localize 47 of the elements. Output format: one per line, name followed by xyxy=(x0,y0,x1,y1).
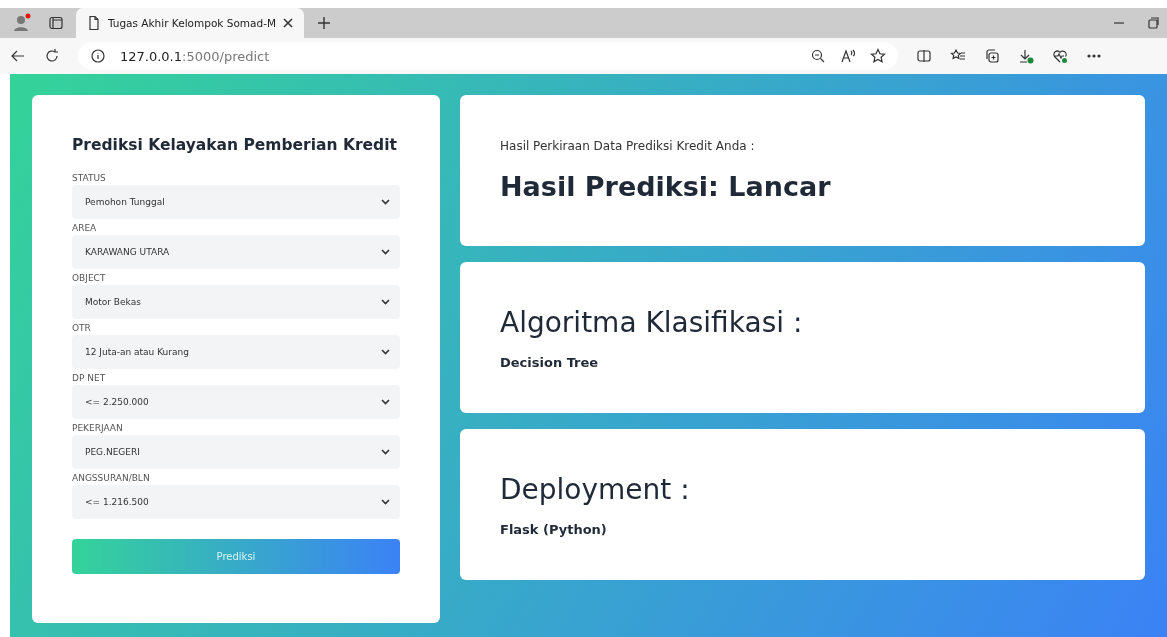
form-title: Prediksi Kelayakan Pemberian Kredit xyxy=(72,135,398,156)
select-field[interactable]: <= 2.250.000 xyxy=(72,385,400,420)
close-icon[interactable] xyxy=(282,17,294,29)
tab-actions-icon[interactable] xyxy=(48,15,64,31)
result-caption: Hasil Perkiraan Data Prediksi Kredit Anda : xyxy=(500,139,756,153)
field-label: ANGSSURAN/BLN xyxy=(72,472,151,486)
field-label: OTR xyxy=(72,322,92,336)
back-icon[interactable] xyxy=(10,48,26,64)
info-heading: Deployment : xyxy=(500,472,691,506)
field-label: STATUS xyxy=(72,172,107,186)
info-icon[interactable] xyxy=(90,48,106,64)
select-field[interactable]: KARAWANG UTARA xyxy=(72,235,400,270)
field-label: OBJECT xyxy=(72,272,107,286)
chevron-down-icon xyxy=(381,299,390,306)
page-icon[interactable] xyxy=(86,15,102,31)
profile-icon[interactable] xyxy=(12,13,32,33)
read-aloud-icon[interactable] xyxy=(840,48,856,64)
split-screen-icon[interactable] xyxy=(916,48,932,64)
new-tab-icon[interactable] xyxy=(316,15,332,31)
restore-icon[interactable] xyxy=(1145,15,1161,31)
select-field[interactable]: PEG.NEGERI xyxy=(72,435,400,470)
select-field[interactable]: Pemohon Tunggal xyxy=(72,185,400,220)
zoom-out-icon[interactable] xyxy=(810,48,826,64)
collections-icon[interactable] xyxy=(984,48,1000,64)
chevron-down-icon xyxy=(381,349,390,356)
chevron-down-icon xyxy=(381,399,390,406)
info-value: Decision Tree xyxy=(500,354,600,370)
download-icon[interactable] xyxy=(1018,48,1034,64)
field-label: AREA xyxy=(72,222,98,236)
select-field[interactable]: Motor Bekas xyxy=(72,285,400,320)
field-label: PEKERJAAN xyxy=(72,422,124,436)
refresh-icon[interactable] xyxy=(44,48,60,64)
info-value: Flask (Python) xyxy=(500,521,608,537)
chevron-down-icon xyxy=(381,249,390,256)
info-heading: Algoritma Klasifikasi : xyxy=(500,305,804,339)
health-icon[interactable] xyxy=(1052,48,1068,64)
chevron-down-icon xyxy=(381,449,390,456)
select-field[interactable]: <= 1.216.500 xyxy=(72,485,400,520)
address-bar[interactable]: 127.0.0.1:5000/predict xyxy=(78,42,898,70)
select-field[interactable]: 12 Juta-an atau Kurang xyxy=(72,335,400,370)
chevron-down-icon xyxy=(381,499,390,506)
field-label: DP NET xyxy=(72,372,107,386)
star-icon[interactable] xyxy=(870,48,886,64)
chevron-down-icon xyxy=(381,199,390,206)
browser-tab[interactable]: Tugas Akhir Kelompok Somad-M xyxy=(76,8,304,38)
result-heading: Hasil Prediksi: Lancar xyxy=(500,171,832,202)
url-text: 127.0.0.1:5000/predict xyxy=(120,48,270,64)
